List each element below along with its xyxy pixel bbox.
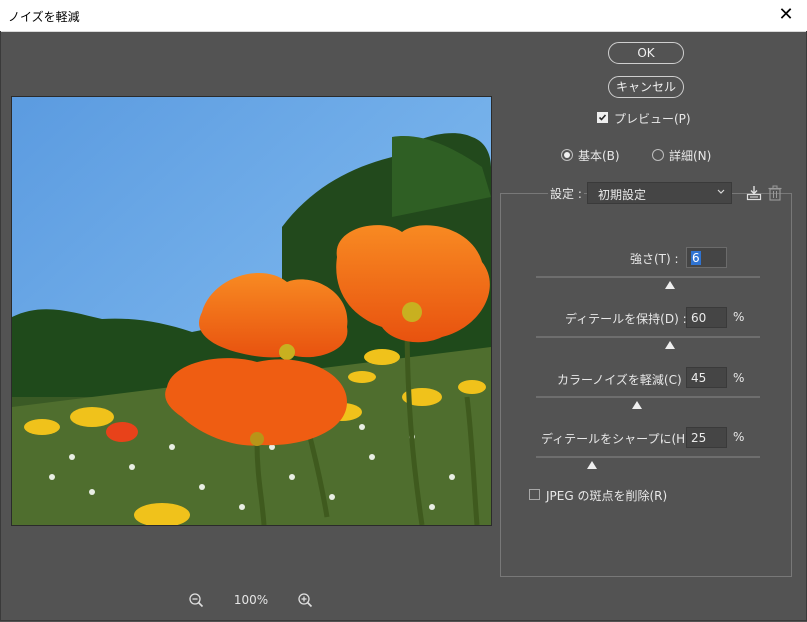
settings-label: 設定 :: [548, 185, 584, 202]
preserve-detail-unit: %: [733, 310, 745, 324]
sharpen-input[interactable]: 25: [686, 427, 727, 448]
settings-select[interactable]: 初期設定: [587, 182, 732, 204]
ok-button[interactable]: OK: [608, 42, 684, 64]
strength-slider-thumb[interactable]: [665, 281, 676, 289]
basic-radio[interactable]: [561, 149, 573, 161]
color-noise-unit: %: [733, 371, 745, 385]
close-icon[interactable]: ✕: [773, 2, 799, 28]
zoom-in-icon[interactable]: [297, 592, 313, 608]
color-noise-label: カラーノイズを軽減(C) :: [557, 373, 690, 387]
sharpen-slider-thumb[interactable]: [587, 461, 597, 469]
strength-input[interactable]: 6: [686, 247, 727, 268]
chevron-down-icon: [717, 189, 725, 194]
color-noise-slider-thumb[interactable]: [631, 401, 642, 409]
sharpen-label: ディテールをシャープに(H) :: [541, 432, 698, 446]
sharpen-slider[interactable]: [536, 456, 760, 458]
color-noise-input[interactable]: 45: [686, 367, 727, 388]
strength-slider[interactable]: [536, 276, 760, 278]
title-bar: ノイズを軽減 ✕: [0, 0, 807, 32]
save-preset-icon[interactable]: [746, 185, 762, 201]
check-icon: [598, 114, 607, 121]
sharpen-unit: %: [733, 430, 745, 444]
settings-value: 初期設定: [598, 188, 647, 202]
jpeg-artifact-checkbox[interactable]: [529, 489, 540, 500]
advanced-radio[interactable]: [652, 149, 664, 161]
jpeg-artifact-label: JPEG の斑点を削除(R): [546, 489, 668, 503]
strength-label: 強さ(T) :: [630, 252, 679, 266]
zoom-out-icon[interactable]: [188, 592, 204, 608]
window-title: ノイズを軽減: [8, 10, 80, 24]
preview-image[interactable]: [11, 96, 492, 526]
basic-label: 基本(B): [578, 149, 620, 163]
preserve-detail-label: ディテールを保持(D) :: [565, 312, 687, 326]
radio-selected-dot: [564, 152, 570, 158]
zoom-level: 100%: [233, 593, 269, 607]
color-noise-slider[interactable]: [536, 396, 760, 398]
trash-icon[interactable]: [767, 185, 783, 201]
preserve-detail-slider-thumb[interactable]: [665, 341, 676, 349]
preserve-detail-input[interactable]: 60: [686, 307, 727, 328]
preview-checkbox[interactable]: [597, 112, 608, 123]
cancel-button[interactable]: キャンセル: [608, 76, 684, 98]
preserve-detail-slider[interactable]: [536, 336, 760, 338]
preview-label: プレビュー(P): [614, 112, 691, 126]
strength-value: 6: [691, 251, 701, 265]
advanced-label: 詳細(N): [669, 149, 712, 163]
